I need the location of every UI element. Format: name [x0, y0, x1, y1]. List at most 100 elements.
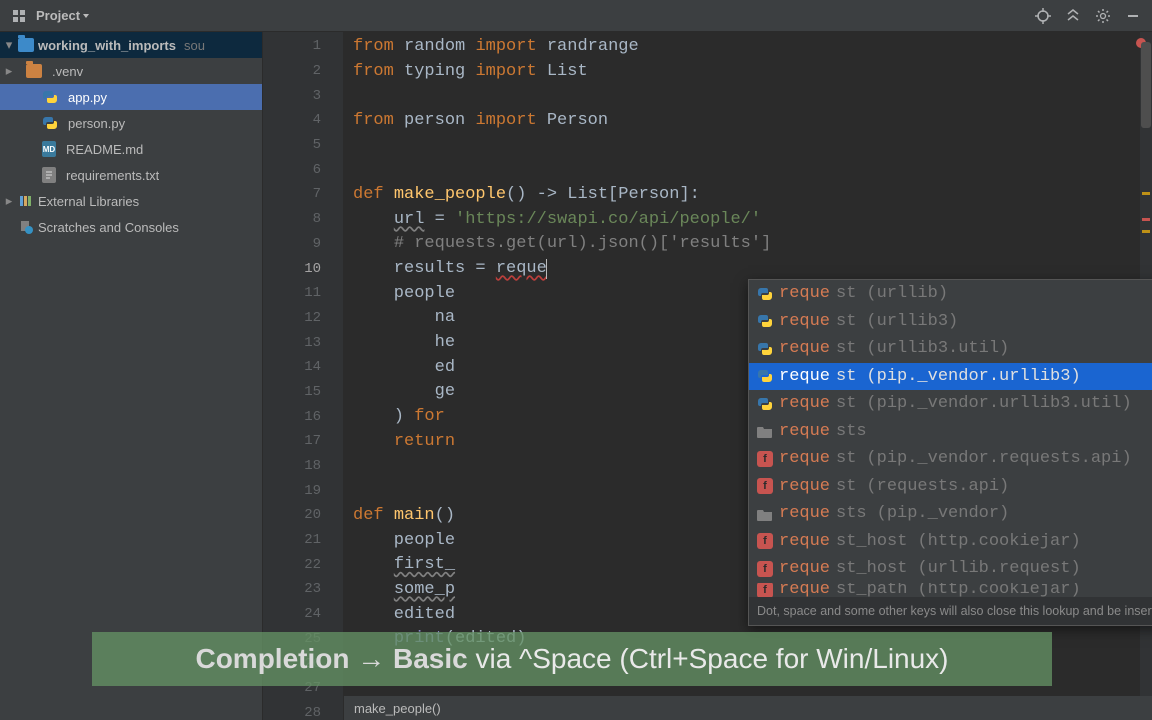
project-sidebar: ▾ working_with_imports sou ▸.venv app.py p…	[0, 32, 263, 720]
line-number: 17	[263, 429, 343, 454]
completion-rest: st	[836, 449, 856, 468]
line-number: 11	[263, 281, 343, 306]
python-icon	[757, 286, 773, 302]
line-number: 9	[263, 232, 343, 257]
gear-icon[interactable]	[1090, 4, 1116, 28]
stripe-err[interactable]	[1142, 218, 1150, 221]
code-line-7[interactable]: def make_people() -> List[Person]:	[343, 182, 1152, 207]
tree-file-.venv[interactable]: ▸.venv	[0, 58, 262, 84]
line-number: 24	[263, 602, 343, 627]
completion-rest: st	[836, 367, 856, 386]
completion-item[interactable]: requests (pip._vendor)	[749, 500, 1152, 528]
breadcrumb[interactable]: make_people()	[344, 696, 1152, 720]
completion-pkg: (pip._vendor)	[877, 504, 1010, 523]
code-line-2[interactable]: from typing import List	[343, 59, 1152, 84]
completion-item[interactable]: request (urllib3)	[749, 308, 1152, 336]
locate-icon[interactable]	[1030, 4, 1056, 28]
scrollbar-thumb[interactable]	[1141, 42, 1151, 128]
completion-item[interactable]: reque sts	[749, 418, 1152, 446]
code-editor[interactable]: 1234567891011121314151617181920212223242…	[263, 32, 1152, 720]
completion-pkg: (pip._vendor.requests.api)	[866, 449, 1131, 468]
completion-match: reque	[779, 532, 830, 551]
completion-item[interactable]: frequest_host (urllib.request)	[749, 555, 1152, 583]
completion-match: reque	[779, 394, 830, 413]
completion-pkg: (urllib.request)	[917, 559, 1080, 578]
folder-icon	[757, 506, 773, 522]
completion-item[interactable]: request (urllib3.util)	[749, 335, 1152, 363]
completion-rest: st	[836, 477, 856, 496]
project-label[interactable]: Project	[36, 8, 90, 23]
minimize-icon[interactable]	[1120, 4, 1146, 28]
python-icon	[757, 368, 773, 384]
tree-file-person.py[interactable]: person.py	[0, 110, 262, 136]
line-number: 22	[263, 552, 343, 577]
code-line-6[interactable]	[343, 157, 1152, 182]
function-icon: f	[757, 451, 773, 467]
tree-file-README.md[interactable]: MDREADME.md	[0, 136, 262, 162]
folder-icon	[26, 64, 42, 78]
completion-match: reque	[779, 422, 830, 441]
completion-pkg: (pip._vendor.urllib3.util)	[866, 394, 1131, 413]
project-root[interactable]: ▾ working_with_imports sou	[0, 32, 262, 58]
code-line-10[interactable]: results = reque	[343, 256, 1152, 281]
line-number: 14	[263, 355, 343, 380]
scratches-consoles[interactable]: ▸ Scratches and Consoles	[0, 214, 262, 240]
code-line-8[interactable]: url = 'https://swapi.co/api/people/'	[343, 207, 1152, 232]
external-libraries[interactable]: ▸ External Libraries	[0, 188, 262, 214]
line-number: 8	[263, 207, 343, 232]
line-number: 5	[263, 133, 343, 158]
tree-file-requirements.txt[interactable]: requirements.txt	[0, 162, 262, 188]
completion-item[interactable]: frequest_host (http.cookiejar)	[749, 528, 1152, 556]
library-icon	[18, 193, 34, 209]
project-tree-icon[interactable]	[6, 4, 32, 28]
completion-footer: Dot, space and some other keys will also…	[749, 597, 1152, 625]
line-number: 4	[263, 108, 343, 133]
root-name: working_with_imports	[38, 38, 176, 53]
completion-item-cut[interactable]: frequest_path (http.cookiejar)	[749, 583, 1152, 597]
completion-hint-text: Dot, space and some other keys will also…	[757, 604, 1152, 618]
completion-item[interactable]: request (pip._vendor.urllib3.util)	[749, 390, 1152, 418]
completion-rest: st	[836, 394, 856, 413]
stripe-warn[interactable]	[1142, 230, 1150, 233]
function-icon: f	[757, 478, 773, 494]
completion-item[interactable]: request (urllib)	[749, 280, 1152, 308]
line-number: 6	[263, 157, 343, 182]
code-line-1[interactable]: from random import randrange	[343, 34, 1152, 59]
hint-banner: Completion → Basic via ^Space (Ctrl+Spac…	[92, 632, 1052, 686]
tree-file-app.py[interactable]: app.py	[0, 84, 262, 110]
python-file-icon	[42, 89, 58, 105]
completion-match: reque	[779, 504, 830, 523]
completion-rest: st	[836, 284, 856, 303]
line-number: 28	[263, 701, 343, 720]
code-line-3[interactable]	[343, 83, 1152, 108]
completion-match: reque	[779, 367, 830, 386]
completion-item[interactable]: frequest (pip._vendor.requests.api)	[749, 445, 1152, 473]
python-icon	[757, 396, 773, 412]
line-number: 2	[263, 59, 343, 84]
banner-bold2: Basic	[393, 643, 476, 674]
completion-rest: sts	[836, 422, 867, 441]
collapse-all-icon[interactable]	[1060, 4, 1086, 28]
completion-item[interactable]: frequest (requests.api)	[749, 473, 1152, 501]
code-line-9[interactable]: # requests.get(url).json()['results']	[343, 232, 1152, 257]
function-icon: f	[757, 533, 773, 549]
completion-match: reque	[779, 559, 830, 578]
text-file-icon	[42, 167, 56, 183]
stripe-warn[interactable]	[1142, 192, 1150, 195]
caret	[546, 259, 547, 279]
project-toolbar: Project	[0, 0, 1152, 32]
python-icon	[757, 341, 773, 357]
line-number: 19	[263, 478, 343, 503]
python-file-icon	[42, 115, 58, 131]
code-line-4[interactable]: from person import Person	[343, 108, 1152, 133]
banner-rest: via ^Space (Ctrl+Space for Win/Linux)	[476, 643, 949, 674]
function-icon: f	[757, 561, 773, 577]
chevron-down-icon	[82, 12, 90, 20]
project-label-text: Project	[36, 8, 80, 23]
completion-item[interactable]: request (pip._vendor.urllib3)	[749, 363, 1152, 391]
file-name: app.py	[68, 90, 107, 105]
code-line-5[interactable]	[343, 133, 1152, 158]
line-number: 21	[263, 528, 343, 553]
banner-bold1: Completion	[195, 643, 357, 674]
completion-pkg: (http.cookiejar)	[917, 532, 1080, 551]
